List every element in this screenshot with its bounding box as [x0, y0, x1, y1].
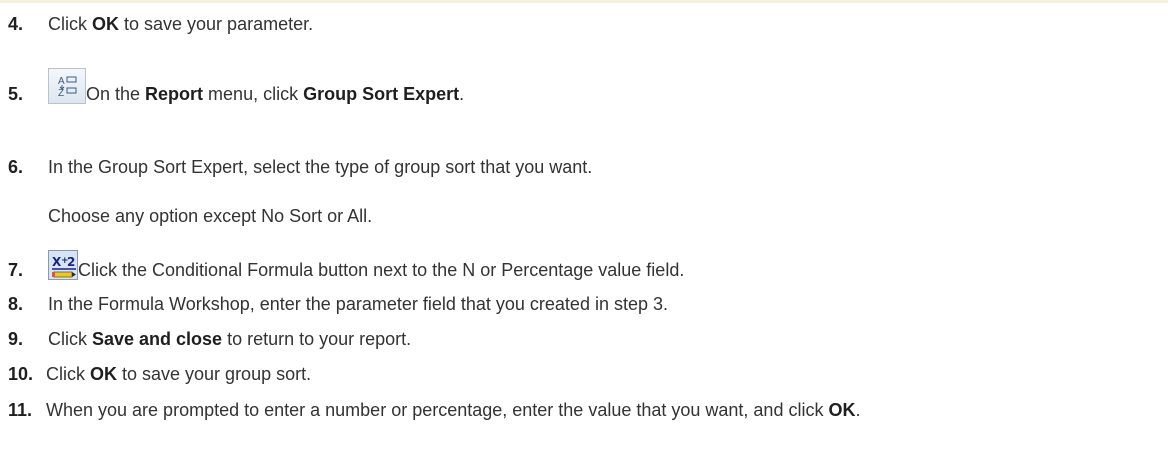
ok-label: OK [90, 364, 117, 384]
top-divider [0, 0, 1168, 3]
ok-label: OK [92, 14, 119, 34]
step-5: 5. A Z On the Report menu, click Group S… [8, 58, 464, 106]
step-text: In the Group Sort Expert, select the typ… [48, 157, 593, 177]
step-text: On the Report menu, click Group Sort Exp… [86, 84, 465, 104]
step-number: 9. [8, 329, 24, 349]
step-text: Click the Conditional Formula button nex… [78, 260, 685, 280]
step-number: 8. [8, 294, 24, 314]
step-text: Click OK to save your parameter. [48, 14, 314, 34]
step-text: In the Formula Workshop, enter the param… [48, 294, 668, 314]
group-sort-expert-icon: A Z [48, 68, 86, 104]
conditional-formula-icon: X + 2 [48, 250, 78, 280]
step-6: 6. In the Group Sort Expert, select the t… [8, 155, 592, 179]
save-and-close-label: Save and close [92, 329, 223, 349]
step-number: 10. [8, 364, 34, 384]
step-9: 9. Click Save and close to return to your… [8, 327, 411, 351]
step-8: 8. In the Formula Workshop, enter the par… [8, 292, 668, 316]
svg-text:Z: Z [58, 88, 64, 99]
step-number: 7. [8, 260, 24, 280]
svg-text:2: 2 [67, 255, 75, 269]
step-7: 7. X + 2 Click the Conditional Formula b… [8, 236, 684, 282]
step-text: Click OK to save your group sort. [46, 364, 312, 384]
step-number: 6. [8, 157, 24, 177]
step-11: 11. When you are prompted to enter a numb… [8, 398, 860, 422]
ok-label: OK [828, 400, 856, 420]
step-number: 11. [8, 400, 33, 420]
step-text: When you are prompted to enter a number … [46, 400, 861, 420]
step-10: 10. Click OK to save your group sort. [8, 362, 311, 386]
group-sort-expert-label: Group Sort Expert [303, 84, 460, 104]
step-4: 4. Click OK to save your parameter. [8, 12, 313, 36]
report-menu-label: Report [145, 84, 204, 104]
step-6-note: Choose any option except No Sort or All. [48, 206, 373, 226]
step-number: 5. [8, 84, 24, 104]
step-text: Click Save and close to return to your r… [48, 329, 412, 349]
step-number: 4. [8, 14, 24, 34]
